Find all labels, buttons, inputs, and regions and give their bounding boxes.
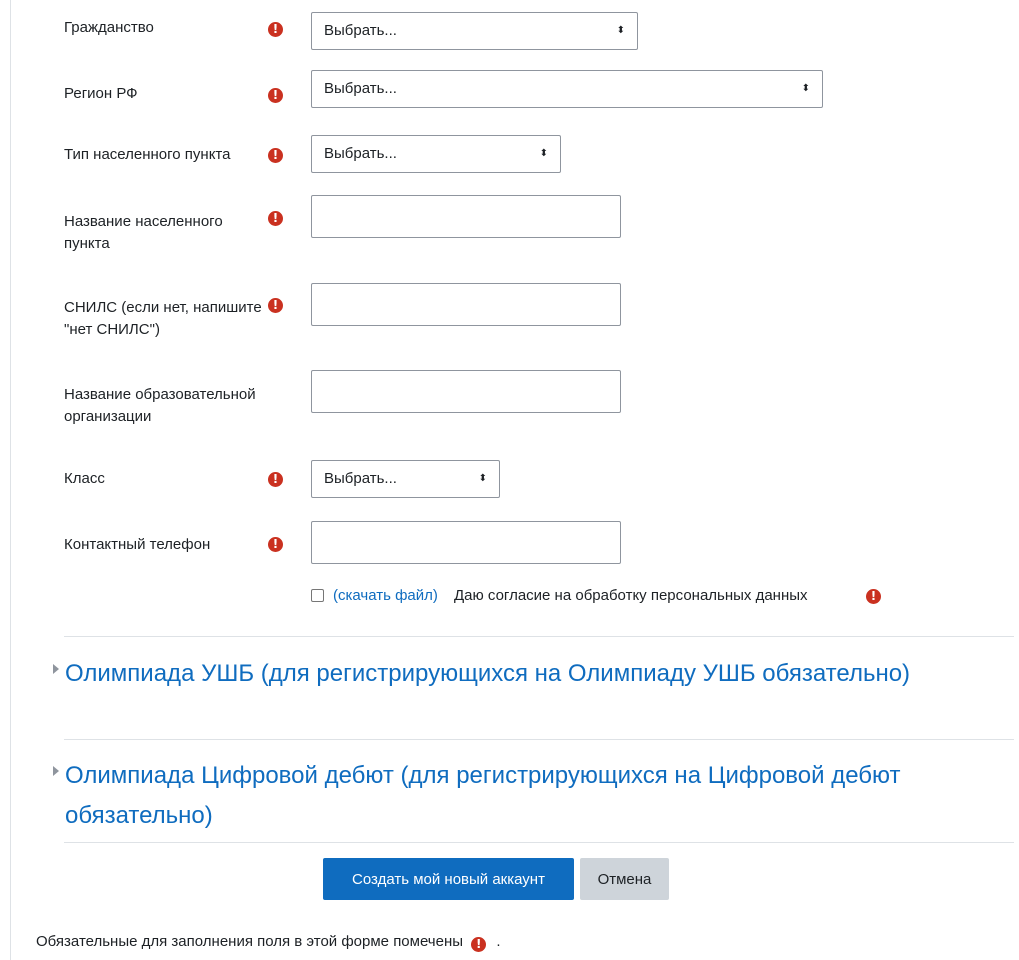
- school-name-label: Название образовательной организации: [64, 386, 256, 425]
- select-arrows-icon: ⬍: [801, 83, 810, 94]
- required-note-end: .: [496, 933, 501, 950]
- caret-right-icon: [53, 766, 59, 776]
- settlement-type-select-value: Выбрать...: [324, 145, 397, 162]
- required-fields-note: Обязательные для заполнения поля в этой …: [36, 931, 501, 953]
- school-name-input[interactable]: [311, 370, 621, 413]
- required-icon: !: [268, 537, 283, 552]
- phone-label: Контактный телефон: [64, 536, 211, 553]
- section-title[interactable]: Олимпиада Цифровой дебют (для регистриру…: [65, 756, 955, 836]
- required-icon: !: [268, 88, 283, 103]
- settlement-type-label: Тип населенного пункта: [64, 146, 231, 163]
- settlement-name-input[interactable]: [311, 195, 621, 238]
- required-note-text: Обязательные для заполнения поля в этой …: [36, 933, 464, 950]
- required-icon: !: [268, 472, 283, 487]
- citizenship-select[interactable]: Выбрать... ⬍: [311, 12, 638, 50]
- select-arrows-icon: ⬍: [478, 473, 487, 484]
- region-select[interactable]: Выбрать... ⬍: [311, 70, 823, 108]
- settlement-name-label: Название населенного пункта: [64, 213, 223, 252]
- required-icon: !: [268, 211, 283, 226]
- snils-input[interactable]: [311, 283, 621, 326]
- required-icon: !: [268, 22, 283, 37]
- select-arrows-icon: ⬍: [539, 148, 548, 159]
- required-icon: !: [268, 298, 283, 313]
- create-account-button[interactable]: Создать мой новый аккаунт: [323, 858, 574, 900]
- consent-checkbox[interactable]: [311, 589, 324, 602]
- divider: [64, 842, 1014, 843]
- required-icon: !: [268, 148, 283, 163]
- cancel-button[interactable]: Отмена: [580, 858, 669, 900]
- left-border: [10, 0, 11, 960]
- snils-label: СНИЛС (если нет, напишите "нет СНИЛС"): [64, 299, 262, 338]
- divider: [64, 636, 1014, 637]
- grade-select[interactable]: Выбрать... ⬍: [311, 460, 500, 498]
- download-file-link[interactable]: (скачать файл): [333, 586, 438, 606]
- section-title[interactable]: Олимпиада УШБ (для регистрирующихся на О…: [65, 654, 955, 694]
- settlement-type-select[interactable]: Выбрать... ⬍: [311, 135, 561, 173]
- consent-text: Даю согласие на обработку персональных д…: [454, 587, 808, 604]
- required-icon: !: [471, 937, 487, 952]
- phone-input[interactable]: [311, 521, 621, 564]
- region-select-value: Выбрать...: [324, 80, 397, 97]
- citizenship-label: Гражданство: [64, 19, 154, 36]
- region-label: Регион РФ: [64, 85, 138, 102]
- divider: [64, 739, 1014, 740]
- citizenship-select-value: Выбрать...: [324, 22, 397, 39]
- grade-select-value: Выбрать...: [324, 470, 397, 487]
- grade-label: Класс: [64, 470, 105, 487]
- caret-right-icon: [53, 664, 59, 674]
- select-arrows-icon: ⬍: [616, 25, 625, 36]
- required-icon: !: [866, 589, 881, 604]
